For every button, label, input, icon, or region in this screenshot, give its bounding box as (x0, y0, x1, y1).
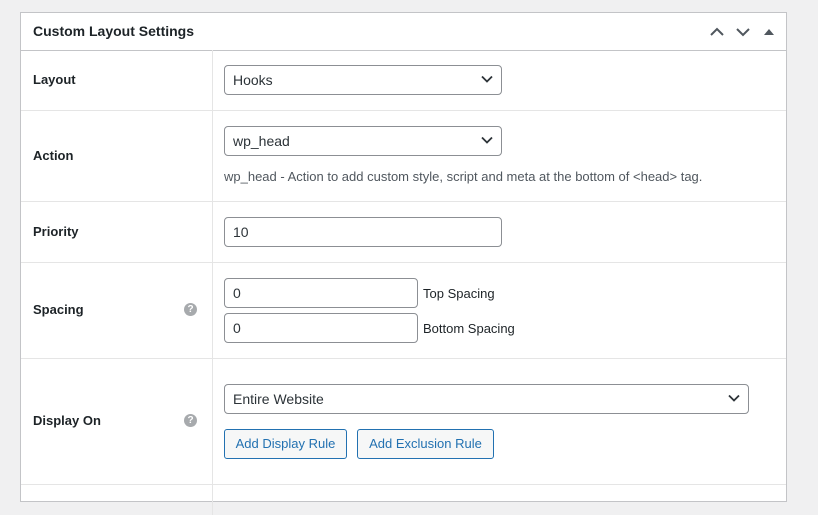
bottom-spacing-label: Bottom Spacing (423, 321, 515, 336)
caret-up-icon (764, 29, 774, 35)
bottom-spacing-input[interactable]: 0 (224, 313, 418, 343)
chevron-down-icon (481, 136, 493, 144)
layout-select[interactable]: Hooks (224, 65, 502, 95)
layout-label: Layout (33, 72, 76, 87)
add-display-rule-button[interactable]: Add Display Rule (224, 429, 347, 459)
priority-row: Priority 10 (21, 202, 786, 263)
help-icon[interactable]: ? (184, 414, 197, 427)
priority-input-value: 10 (233, 224, 249, 240)
chevron-down-icon (736, 28, 750, 37)
display-on-label: Display On (33, 413, 101, 428)
move-down-button[interactable] (732, 22, 754, 42)
display-on-row: Display On ? Entire Website Add Display … (21, 359, 786, 485)
top-spacing-input[interactable]: 0 (224, 278, 418, 308)
panel-title: Custom Layout Settings (33, 23, 195, 39)
display-on-select[interactable]: Entire Website (224, 384, 749, 414)
chevron-down-icon (481, 75, 493, 83)
display-on-select-value: Entire Website (233, 391, 324, 407)
priority-label-cell: Priority (21, 202, 213, 262)
custom-layout-settings-panel: Custom Layout Settings Layout Hooks Acti… (20, 12, 787, 515)
priority-label: Priority (33, 224, 79, 239)
move-up-button[interactable] (706, 22, 728, 42)
top-spacing-label: Top Spacing (423, 286, 495, 301)
spacing-row: Spacing ? 0 Top Spacing 0 Bottom Spacing (21, 263, 786, 359)
action-label: Action (33, 148, 74, 163)
next-row-label-cell (21, 485, 213, 515)
toggle-panel-button[interactable] (758, 22, 780, 42)
action-label-cell: Action (21, 111, 213, 201)
spacing-label-cell: Spacing ? (21, 263, 213, 358)
top-spacing-value: 0 (233, 285, 241, 301)
action-select[interactable]: wp_head (224, 126, 502, 156)
panel-header: Custom Layout Settings (21, 13, 786, 51)
next-row (21, 485, 786, 515)
help-icon[interactable]: ? (184, 303, 197, 316)
priority-input[interactable]: 10 (224, 217, 502, 247)
spacing-label: Spacing (33, 302, 84, 317)
chevron-down-icon (728, 394, 740, 402)
layout-row: Layout Hooks (21, 50, 786, 111)
display-on-label-cell: Display On ? (21, 359, 213, 484)
chevron-up-icon (710, 27, 724, 36)
action-description: wp_head - Action to add custom style, sc… (224, 169, 703, 184)
layout-label-cell: Layout (21, 50, 213, 110)
bottom-spacing-value: 0 (233, 320, 241, 336)
action-row: Action wp_head wp_head - Action to add c… (21, 111, 786, 202)
layout-select-value: Hooks (233, 72, 273, 88)
add-exclusion-rule-button[interactable]: Add Exclusion Rule (357, 429, 494, 459)
panel-handle-actions (706, 22, 780, 42)
action-select-value: wp_head (233, 133, 290, 149)
